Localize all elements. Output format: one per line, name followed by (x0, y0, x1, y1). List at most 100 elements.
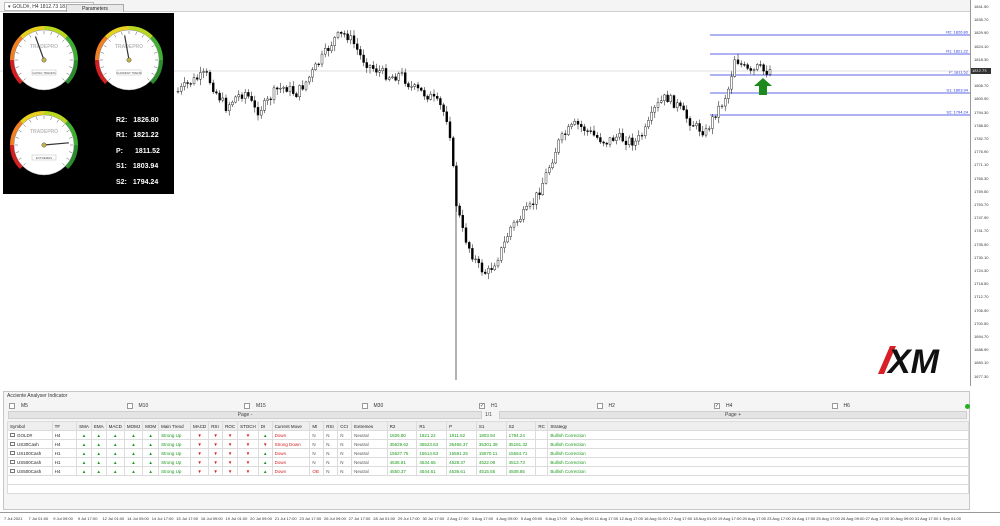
column-header[interactable]: SMA (76, 421, 92, 431)
chart-window-icon[interactable] (10, 433, 15, 438)
gauge-brand: TRADEPRO (30, 44, 58, 50)
column-header[interactable]: ROC (222, 421, 239, 431)
timeframe-m10[interactable]: M10 (126, 402, 148, 411)
column-header[interactable]: STOCH (237, 421, 259, 431)
candle-bear (452, 137, 455, 167)
candle-bear (420, 87, 423, 91)
p-cell: 15591.25 (446, 448, 477, 458)
level-s2: S2: 1794.24 (116, 179, 158, 186)
time-tick-label: 19 Aug 17:00 (717, 516, 742, 521)
column-header[interactable]: MI (309, 421, 325, 431)
chart-window-icon[interactable] (10, 442, 15, 447)
candle-bull (522, 209, 525, 220)
arrow-down-icon: ▼ (222, 457, 239, 467)
mi-cell: OB (309, 466, 325, 476)
column-header[interactable]: Current Move (271, 421, 311, 431)
symbol-cell[interactable]: US30Cash (7, 439, 53, 449)
time-tick-label: 3 Aug 17:00 (471, 516, 494, 521)
symbol-cell[interactable]: US100Cash (7, 448, 53, 458)
panel-title: Acciente Analyser Indicator (7, 393, 68, 399)
price-tick-label: 1812.50 (974, 70, 989, 75)
checkbox[interactable] (361, 402, 368, 409)
candle-bull (243, 92, 247, 99)
page-plus-button[interactable]: Page + (499, 411, 967, 419)
candle-bear (448, 121, 452, 139)
arrow-up-icon: ▲ (123, 439, 144, 449)
cci-cell: N (337, 439, 353, 449)
time-tick-label: 7 Jul 01:00 (28, 516, 49, 521)
table-row[interactable]: US30Cash H4 ▲ ▲ ▲ ▲ ▲ Strong Up ▼ ▼ ▼ ▼ ▼ Strong Down… (7, 439, 969, 449)
column-header[interactable]: RC (535, 421, 549, 431)
column-header[interactable]: Main Trend (158, 421, 191, 431)
column-header[interactable]: MOM (142, 421, 160, 431)
checkbox[interactable] (831, 402, 838, 409)
timeframe-m5[interactable]: M5 (9, 402, 28, 411)
timeframe-h4[interactable]: ✓ H4 (714, 402, 732, 411)
column-header[interactable]: MACD (189, 421, 210, 431)
arrow-down-icon: ▼ (208, 457, 224, 467)
column-header[interactable]: EMA (90, 421, 107, 431)
column-header[interactable]: R2 (386, 421, 418, 431)
checkbox[interactable] (596, 402, 603, 409)
candle-bull (669, 95, 672, 103)
column-header[interactable]: MOMJ (123, 421, 144, 431)
candle-bull (704, 128, 708, 136)
candle-bull (503, 241, 506, 249)
tf-cell: H1 (51, 448, 78, 458)
column-header[interactable]: S2 (505, 421, 537, 431)
column-header[interactable]: Strategy (547, 421, 969, 431)
chart-window-icon[interactable] (10, 469, 15, 474)
candle-bull (227, 104, 231, 112)
candle-bear (240, 94, 244, 99)
candle-bull (266, 98, 269, 101)
chart-window-icon[interactable] (10, 460, 15, 465)
symbol-cell[interactable]: US500Cash (7, 457, 53, 467)
column-header[interactable]: DI (257, 421, 273, 431)
table-row[interactable]: US100Cash H1 ▲ ▲ ▲ ▲ ▲ Strong Up ▼ ▼ ▼ ▼ ▲ Down N N N Neu… (7, 448, 969, 458)
time-tick-label: 15 Jul 17:00 (176, 516, 199, 521)
column-header[interactable]: TF (51, 421, 78, 431)
checkbox[interactable] (244, 402, 250, 409)
column-header[interactable]: R1 (416, 421, 448, 431)
arrow-up-icon: ▲ (257, 466, 273, 476)
chart-window-icon[interactable] (10, 451, 15, 456)
s1-cell: 4515.55 (475, 466, 507, 476)
candle-bull (573, 120, 576, 125)
candle-bear (592, 130, 596, 136)
candle-bear (208, 72, 212, 84)
column-header[interactable]: Extremes (351, 421, 388, 431)
timeframe-h1[interactable]: ✓ H1 (479, 402, 497, 411)
column-header[interactable]: S1 (475, 421, 507, 431)
table-row[interactable]: GOLD# H4 ▲ ▲ ▲ ▲ ▲ Strong Up ▼ ▼ ▼ ▼ ▲ Down N N N Neutral… (7, 430, 969, 440)
dropdown-triangle-icon[interactable]: ▾ (8, 3, 11, 12)
column-header[interactable]: P (446, 421, 477, 431)
column-header[interactable]: RSI (208, 421, 224, 431)
checkbox[interactable]: ✓ (479, 402, 485, 409)
timeframe-m15[interactable]: M15 (244, 402, 266, 411)
arrow-up-icon: ▲ (90, 430, 107, 440)
timeframe-m30[interactable]: M30 (361, 402, 383, 411)
level-r2-value: 1826.80 (133, 117, 159, 124)
candle-bull (752, 69, 756, 71)
column-header[interactable]: Symbol (7, 421, 53, 431)
candle-bear (439, 98, 442, 106)
column-header[interactable]: RSI (323, 421, 339, 431)
checkbox[interactable] (9, 402, 15, 409)
column-header[interactable]: CCI (337, 421, 353, 431)
time-tick-label: 11 Aug 17:00 (594, 516, 619, 521)
table-row[interactable]: US500Cash H4 ▲ ▲ ▲ ▲ ▲ Strong Up ▼ ▼ ▼ ▼ ▲ Down OB N N Ne… (7, 466, 969, 476)
price-tick-label: 1818.30 (974, 56, 989, 62)
parameters-tab[interactable]: Parameters (66, 4, 124, 12)
candle-bull (637, 135, 640, 142)
symbol-cell[interactable]: GOLD# (7, 430, 53, 440)
candle-bear (218, 92, 221, 101)
table-row[interactable]: US500Cash H1 ▲ ▲ ▲ ▲ ▲ Strong Up ▼ ▼ ▼ ▼ ▲ Down N N N Neu… (7, 457, 969, 467)
symbol-cell[interactable]: US500Cash (7, 466, 53, 476)
column-header[interactable]: MACD (105, 421, 125, 431)
timeframe-h2[interactable]: H2 (596, 402, 615, 411)
page-minus-button[interactable]: Page - (8, 411, 482, 419)
timeframe-h6[interactable]: H6 (831, 402, 850, 411)
candle-bear (640, 135, 644, 137)
checkbox[interactable] (126, 402, 133, 409)
checkbox[interactable]: ✓ (714, 402, 720, 409)
